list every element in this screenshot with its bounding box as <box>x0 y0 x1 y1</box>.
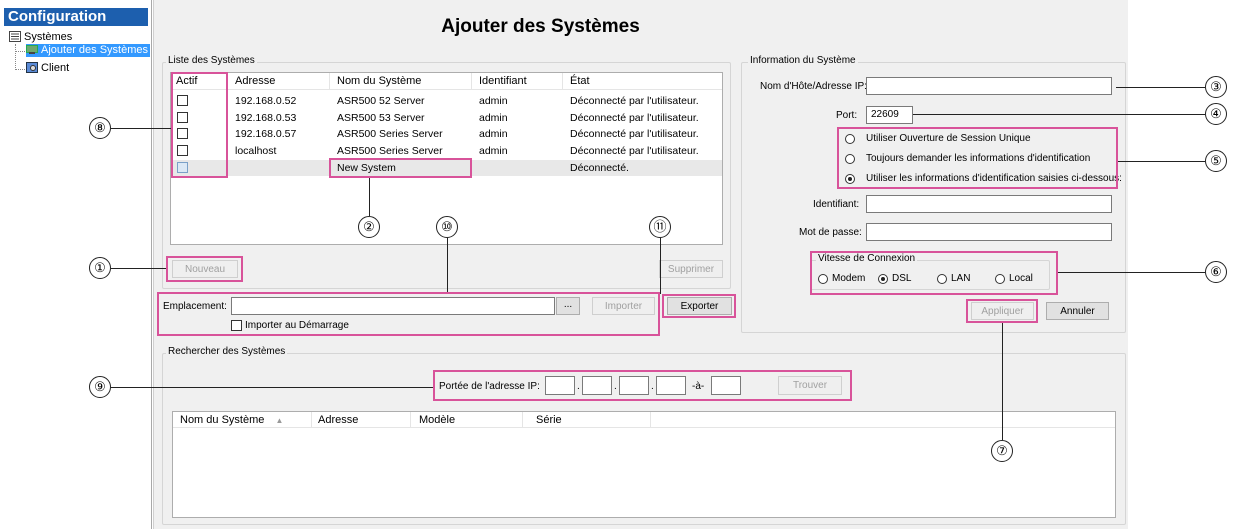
row-id: admin <box>479 112 508 124</box>
row-id: admin <box>479 95 508 107</box>
highlight-location <box>157 292 660 336</box>
system-info-group-label: Information du Système <box>748 55 858 66</box>
password-input[interactable] <box>866 223 1112 241</box>
sidebar-title: Configuration <box>4 8 148 26</box>
table-row[interactable]: localhost ASR500 Series Server admin Déc… <box>171 143 722 159</box>
highlight-speed <box>810 251 1058 295</box>
tree-item-systems[interactable]: Systèmes <box>9 31 72 44</box>
callout-line <box>1058 272 1205 273</box>
highlight-ip-range <box>433 370 852 401</box>
tree-item-add-systems[interactable]: Ajouter des Systèmes <box>26 44 150 57</box>
username-input[interactable] <box>866 195 1112 213</box>
username-label: Identifiant: <box>813 199 860 210</box>
sort-ascending-icon: ▲ <box>275 416 284 425</box>
row-address: localhost <box>235 145 277 157</box>
col-state-header[interactable]: État <box>564 73 714 90</box>
tree-item-client[interactable]: Client <box>26 62 69 75</box>
callout-line <box>369 178 370 216</box>
callout-3: ③ <box>1205 76 1227 98</box>
row-state: Déconnecté par l'utilisateur. <box>570 112 699 124</box>
table-row[interactable]: 192.168.0.52 ASR500 52 Server admin Déco… <box>171 93 722 109</box>
col-name-header[interactable]: Nom du Système <box>331 73 472 90</box>
row-name: ASR500 Series Server <box>337 145 443 157</box>
callout-11: ⑪ <box>649 216 671 238</box>
client-gear-icon <box>26 62 38 73</box>
col-address-header[interactable]: Adresse <box>228 73 330 90</box>
callout-5: ⑤ <box>1205 150 1227 172</box>
row-state: Déconnecté par l'utilisateur. <box>570 95 699 107</box>
tree-line <box>15 44 16 70</box>
col-serial-header[interactable]: Série <box>524 412 651 428</box>
callout-line <box>1116 87 1205 88</box>
tree-item-label: Systèmes <box>24 31 73 43</box>
systems-icon <box>9 31 21 42</box>
row-state: Déconnecté par l'utilisateur. <box>570 145 699 157</box>
tree-item-label: Ajouter des Systèmes <box>41 44 148 56</box>
highlight-active-column <box>171 72 228 178</box>
port-input[interactable]: 22609 <box>866 106 913 124</box>
row-name: ASR500 52 Server <box>337 95 425 107</box>
row-name: ASR500 53 Server <box>337 112 425 124</box>
callout-8: ⑧ <box>89 117 111 139</box>
highlight-export <box>662 294 736 318</box>
col-address-header[interactable]: Adresse <box>313 412 411 428</box>
col-header-label: Nom du Système <box>180 414 265 426</box>
callout-line <box>111 268 166 269</box>
callout-10: ⑩ <box>436 216 458 238</box>
callout-9: ⑨ <box>89 376 111 398</box>
callout-line <box>1002 323 1003 440</box>
callout-6: ⑥ <box>1205 261 1227 283</box>
callout-line <box>913 114 1205 115</box>
host-input[interactable] <box>866 77 1112 95</box>
password-label: Mot de passe: <box>799 227 862 238</box>
row-address: 192.168.0.53 <box>235 112 297 124</box>
tree-line <box>15 51 25 52</box>
row-address: 192.168.0.57 <box>235 128 297 140</box>
callout-2: ② <box>358 216 380 238</box>
row-state: Déconnecté par l'utilisateur. <box>570 128 699 140</box>
col-system-name-header[interactable]: Nom du Système ▲ <box>173 412 312 428</box>
highlight-new <box>166 256 243 282</box>
tree-item-label: Client <box>41 62 70 74</box>
tree-line <box>15 69 25 70</box>
highlight-apply <box>966 299 1038 323</box>
highlight-new-system <box>329 158 472 178</box>
col-id-header[interactable]: Identifiant <box>473 73 563 90</box>
callout-1: ① <box>89 257 111 279</box>
callout-7: ⑦ <box>991 440 1013 462</box>
row-id: admin <box>479 128 508 140</box>
page-title: Ajouter des Systèmes <box>441 16 640 37</box>
row-state: Déconnecté. <box>570 162 629 174</box>
row-name: ASR500 Series Server <box>337 128 443 140</box>
cancel-button[interactable]: Annuler <box>1046 302 1109 320</box>
search-group-label: Rechercher des Systèmes <box>166 346 288 357</box>
port-label: Port: <box>836 110 858 121</box>
highlight-auth-options <box>837 127 1118 189</box>
row-id: admin <box>479 145 508 157</box>
callout-line <box>447 238 448 292</box>
add-systems-icon <box>26 44 38 55</box>
table-row[interactable]: 192.168.0.53 ASR500 53 Server admin Déco… <box>171 110 722 126</box>
sidebar <box>0 0 152 529</box>
callout-line <box>660 238 661 294</box>
callout-4: ④ <box>1205 103 1227 125</box>
col-model-header[interactable]: Modèle <box>412 412 523 428</box>
row-address: 192.168.0.52 <box>235 95 297 107</box>
callout-line <box>111 387 433 388</box>
host-label: Nom d'Hôte/Adresse IP: <box>760 81 867 92</box>
callout-line <box>111 128 171 129</box>
table-row[interactable]: 192.168.0.57 ASR500 Series Server admin … <box>171 126 722 142</box>
system-list-group-label: Liste des Systèmes <box>166 55 257 66</box>
callout-line <box>1118 161 1205 162</box>
delete-button[interactable]: Supprimer <box>659 260 723 278</box>
